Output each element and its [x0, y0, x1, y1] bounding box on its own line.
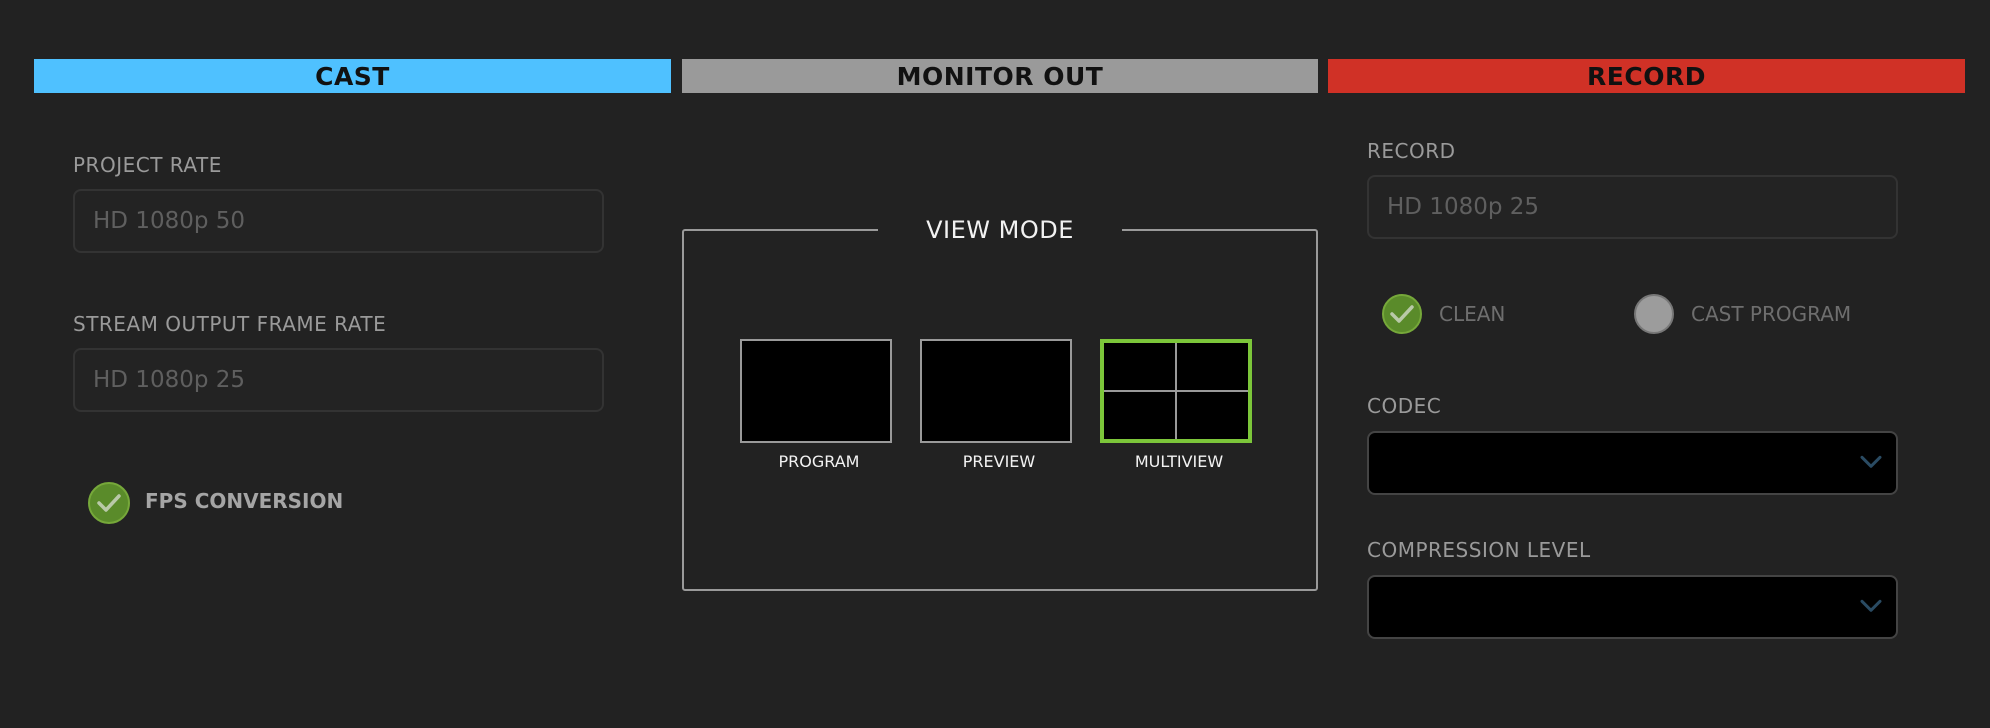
- codec-select[interactable]: [1367, 431, 1898, 495]
- view-mode-preview-label: PREVIEW: [962, 452, 1036, 471]
- view-mode-program[interactable]: [740, 339, 892, 443]
- view-mode-multiview[interactable]: [1100, 339, 1252, 443]
- chevron-down-icon: [1860, 455, 1882, 468]
- multiview-grid-line-horizontal: [1104, 390, 1248, 392]
- fps-conversion-label: FPS CONVERSION: [145, 489, 344, 513]
- compression-level-select[interactable]: [1367, 575, 1898, 639]
- clean-label: CLEAN: [1439, 302, 1506, 326]
- check-icon: [1390, 305, 1414, 323]
- check-icon: [97, 494, 121, 512]
- tab-monitor-out[interactable]: MONITOR OUT: [682, 59, 1318, 93]
- tab-cast[interactable]: CAST: [34, 59, 671, 93]
- project-rate-field: HD 1080p 50: [73, 189, 604, 253]
- stream-output-frame-rate-label: STREAM OUTPUT FRAME RATE: [73, 312, 387, 336]
- cast-program-label: CAST PROGRAM: [1691, 302, 1852, 326]
- view-mode-title: VIEW MODE: [878, 212, 1122, 248]
- clean-radio[interactable]: [1382, 294, 1422, 334]
- stream-output-frame-rate-field: HD 1080p 25: [73, 348, 604, 412]
- record-format-field: HD 1080p 25: [1367, 175, 1898, 239]
- project-rate-label: PROJECT RATE: [73, 153, 222, 177]
- tab-record[interactable]: RECORD: [1328, 59, 1965, 93]
- codec-label: CODEC: [1367, 394, 1442, 418]
- record-label: RECORD: [1367, 139, 1456, 163]
- view-mode-multiview-label: MULTIVIEW: [1134, 452, 1224, 471]
- fps-conversion-checkbox[interactable]: [88, 482, 130, 524]
- chevron-down-icon: [1860, 599, 1882, 612]
- view-mode-program-label: PROGRAM: [778, 452, 860, 471]
- cast-program-radio[interactable]: [1634, 294, 1674, 334]
- compression-level-label: COMPRESSION LEVEL: [1367, 538, 1591, 562]
- view-mode-preview[interactable]: [920, 339, 1072, 443]
